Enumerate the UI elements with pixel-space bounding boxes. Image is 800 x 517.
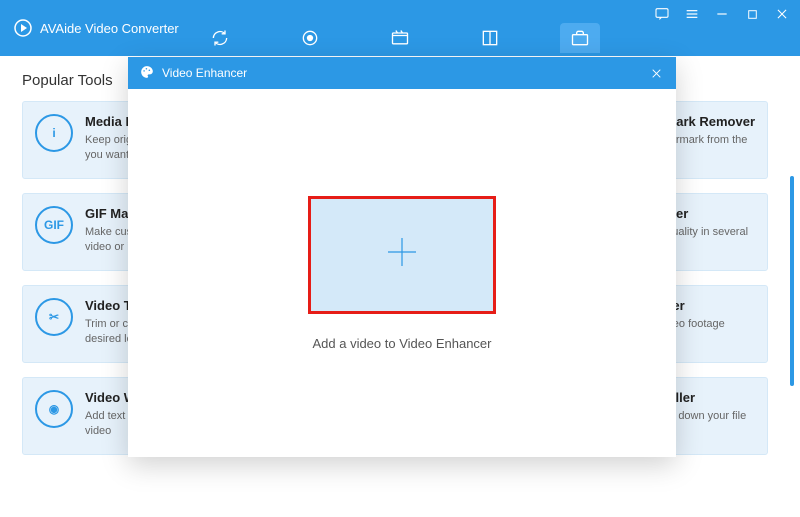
modal-body: Add a video to Video Enhancer (128, 89, 676, 457)
tool-card-icon: i (35, 114, 73, 152)
feedback-icon[interactable] (654, 6, 670, 22)
modal-title: Video Enhancer (162, 66, 247, 80)
video-enhancer-modal: Video Enhancer Add a video to Video Enha… (128, 57, 676, 457)
app-header: AVAide Video Converter (0, 0, 800, 56)
minimize-icon[interactable] (714, 6, 730, 22)
menu-icon[interactable] (684, 6, 700, 22)
tool-card-icon: GIF (35, 206, 73, 244)
palette-icon (140, 65, 154, 82)
add-video-dropzone[interactable] (308, 196, 496, 314)
tab-toolbox[interactable] (560, 23, 600, 53)
window-controls (654, 6, 790, 22)
modal-header: Video Enhancer (128, 57, 676, 89)
tab-mv[interactable] (380, 23, 420, 53)
dropzone-label: Add a video to Video Enhancer (312, 336, 491, 351)
tab-record[interactable] (290, 23, 330, 53)
modal-close-button[interactable] (648, 65, 664, 81)
maximize-icon[interactable] (744, 6, 760, 22)
close-icon[interactable] (774, 6, 790, 22)
scrollbar-thumb[interactable] (790, 176, 794, 386)
tool-card-icon: ◉ (35, 390, 73, 428)
tab-convert[interactable] (200, 23, 240, 53)
plus-icon (382, 232, 422, 277)
tool-card-icon: ✂ (35, 298, 73, 336)
tab-collage[interactable] (470, 23, 510, 53)
top-tab-bar (0, 20, 800, 56)
